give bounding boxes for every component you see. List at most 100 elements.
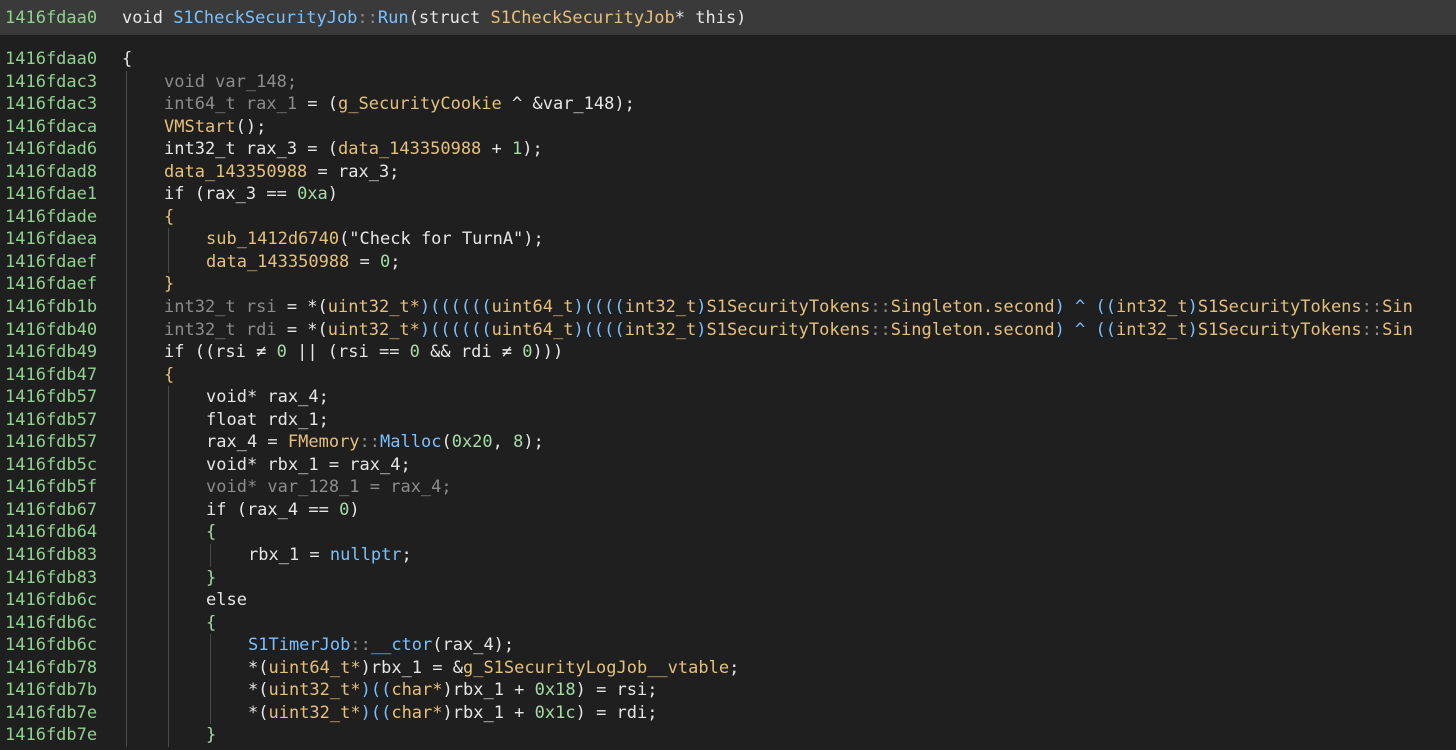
code-token[interactable]: }: [164, 274, 174, 294]
code-line[interactable]: 1416fdaea sub_1412d6740("Check for TurnA"…: [0, 228, 1456, 251]
code-text[interactable]: }: [206, 567, 216, 590]
line-address[interactable]: 1416fdb1b: [5, 296, 115, 319]
line-address[interactable]: 1416fdb57: [5, 386, 115, 409]
code-line[interactable]: 1416fdb5c void* rbx_1 = rax_4;: [0, 453, 1456, 477]
code-line[interactable]: 1416fdb57 rax_4 = FMemory::Malloc(0x20, 8…: [0, 431, 1456, 454]
line-address[interactable]: 1416fdac3: [5, 93, 115, 116]
code-line[interactable]: 1416fdb7e}: [0, 724, 1456, 747]
line-address[interactable]: 1416fdb7e: [5, 702, 115, 725]
code-token[interactable]: FMemory: [288, 432, 360, 452]
code-line[interactable]: 1416fdb57 float rdx_1;: [0, 408, 1456, 432]
line-address[interactable]: 1416fdac3: [5, 71, 115, 94]
line-address[interactable]: 1416fdb57: [5, 431, 115, 454]
code-text[interactable]: rax_4 = FMemory::Malloc(0x20, 8);: [206, 431, 544, 454]
code-text[interactable]: void* rax_4;: [206, 386, 329, 409]
code-text[interactable]: if ((rsi ≠ 0 || (rsi == 0 && rdi ≠ 0))): [164, 341, 563, 364]
code-text[interactable]: if (rax_3 == 0xa): [164, 183, 338, 206]
code-text[interactable]: void var_148;: [164, 71, 297, 94]
code-token[interactable]: g_S1SecurityLogJob__vtable: [463, 658, 729, 678]
line-address[interactable]: 1416fdb40: [5, 319, 115, 342]
code-text[interactable]: }: [164, 273, 174, 296]
function-signature-header[interactable]: 1416fdaa0 void S1CheckSecurityJob::Run(s…: [0, 0, 1456, 35]
code-line[interactable]: 1416fdb49 if ((rsi ≠ 0 || (rsi == 0 && rd…: [0, 341, 1456, 364]
code-token[interactable]: uint32_t*: [268, 703, 360, 723]
code-text[interactable]: int32_t rax_3 = (data_143350988 + 1);: [164, 138, 543, 161]
code-token[interactable]: data_143350988: [164, 162, 307, 182]
code-token[interactable]: S1SecurityTokens: [1198, 320, 1362, 340]
code-token[interactable]: S1SecurityTokens: [707, 297, 871, 317]
line-address[interactable]: 1416fdade: [5, 206, 115, 229]
code-line[interactable]: 1416fdb1b int32_t rsi = *(uint32_t*)(((((…: [0, 296, 1456, 319]
decompiled-code-view[interactable]: 1416fdaa0{1416fdac3 void var_148; 1416fdac…: [0, 48, 1456, 750]
line-address[interactable]: 1416fdb6c: [5, 612, 115, 635]
code-text[interactable]: {: [164, 364, 174, 387]
code-text[interactable]: float rdx_1;: [206, 409, 329, 432]
line-address[interactable]: 1416fdb83: [5, 544, 115, 567]
code-line[interactable]: 1416fdb7e *(uint32_t*)((char*)rbx_1 + 0x1…: [0, 701, 1456, 725]
function-signature[interactable]: void S1CheckSecurityJob::Run(struct S1Ch…: [122, 8, 746, 28]
signature-token[interactable]: S1CheckSecurityJob: [491, 8, 675, 28]
code-text[interactable]: {: [164, 206, 174, 229]
code-text[interactable]: sub_1412d6740("Check for TurnA");: [206, 228, 544, 251]
code-token[interactable]: sub_1412d6740: [206, 229, 339, 249]
code-text[interactable]: rbx_1 = nullptr;: [248, 544, 412, 567]
code-text[interactable]: else: [206, 589, 247, 612]
code-text[interactable]: int32_t rdi = *(uint32_t*)((((((uint64_t…: [164, 319, 1413, 342]
code-token[interactable]: data_143350988: [338, 139, 481, 159]
line-address[interactable]: 1416fdaa0: [5, 48, 115, 71]
line-address[interactable]: 1416fdb6c: [5, 634, 115, 657]
code-token[interactable]: Malloc: [380, 432, 441, 452]
code-token[interactable]: nullptr: [330, 545, 402, 565]
code-line[interactable]: 1416fdb6c S1TimerJob::__ctor(rax_4);: [0, 634, 1456, 657]
code-token[interactable]: Singleton.second: [891, 297, 1055, 317]
code-token[interactable]: char*: [391, 703, 442, 723]
code-token[interactable]: int32_t: [1116, 320, 1188, 340]
code-line[interactable]: 1416fdb83 rbx_1 = nullptr;: [0, 544, 1456, 567]
code-token[interactable]: uint64_t*: [268, 658, 360, 678]
line-address[interactable]: 1416fdaef: [5, 273, 115, 296]
code-text[interactable]: if (rax_4 == 0): [206, 499, 360, 522]
line-address[interactable]: 1416fdaea: [5, 228, 115, 251]
code-line[interactable]: 1416fdb6c else: [0, 589, 1456, 612]
code-text[interactable]: VMStart();: [164, 116, 266, 139]
code-token[interactable]: uint64_t: [492, 320, 574, 340]
code-token[interactable]: uint64_t: [492, 297, 574, 317]
line-address[interactable]: 1416fdb83: [5, 567, 115, 590]
code-line[interactable]: 1416fdae1 if (rax_3 == 0xa): [0, 183, 1456, 206]
code-line[interactable]: 1416fdac3 void var_148;: [0, 70, 1456, 94]
line-address[interactable]: 1416fdad8: [5, 161, 115, 184]
code-token[interactable]: S1TimerJob: [248, 635, 350, 655]
code-line[interactable]: 1416fdaa0 {: [0, 48, 1456, 71]
code-text[interactable]: {: [206, 521, 216, 544]
code-token[interactable]: {: [164, 365, 174, 385]
code-token[interactable]: char*: [391, 680, 442, 700]
code-token[interactable]: VMStart: [164, 117, 236, 137]
code-token[interactable]: uint32_t*: [328, 297, 420, 317]
line-address[interactable]: 1416fdb5f: [5, 476, 115, 499]
code-line[interactable]: 1416fdaef}: [0, 273, 1456, 297]
code-line[interactable]: 1416fdb6c {: [0, 611, 1456, 635]
code-token[interactable]: {: [164, 207, 174, 227]
code-text[interactable]: {: [122, 48, 132, 71]
line-address[interactable]: 1416fdad6: [5, 138, 115, 161]
code-token[interactable]: int32_t: [625, 320, 697, 340]
code-token[interactable]: Singleton.second: [891, 320, 1055, 340]
line-address[interactable]: 1416fdb6c: [5, 589, 115, 612]
signature-token[interactable]: Run: [378, 8, 409, 28]
code-token[interactable]: S1SecurityTokens: [707, 320, 871, 340]
code-line[interactable]: 1416fdb67 if (rax_4 == 0): [0, 498, 1456, 522]
code-text[interactable]: int64_t rax_1 = (g_SecurityCookie ^ &var…: [164, 93, 635, 116]
line-address[interactable]: 1416fdb78: [5, 657, 115, 680]
code-line[interactable]: 1416fdb40 int32_t rdi = *(uint32_t*)(((((…: [0, 318, 1456, 342]
code-line[interactable]: 1416fdb64 {: [0, 521, 1456, 545]
code-line[interactable]: 1416fdb7b *(uint32_t*)((char*)rbx_1 + 0x1…: [0, 679, 1456, 702]
code-token[interactable]: data_143350988: [206, 252, 349, 272]
code-token[interactable]: Sin: [1382, 320, 1413, 340]
code-line[interactable]: 1416fdaca VMStart();: [0, 115, 1456, 139]
line-address[interactable]: 1416fdb7b: [5, 679, 115, 702]
line-address[interactable]: 1416fdb64: [5, 521, 115, 544]
code-line[interactable]: 1416fdac3 int64_t rax_1 = (g_SecurityCook…: [0, 93, 1456, 116]
code-text[interactable]: data_143350988 = rax_3;: [164, 161, 399, 184]
code-line[interactable]: 1416fdade {: [0, 205, 1456, 229]
code-token[interactable]: int32_t: [1116, 297, 1188, 317]
